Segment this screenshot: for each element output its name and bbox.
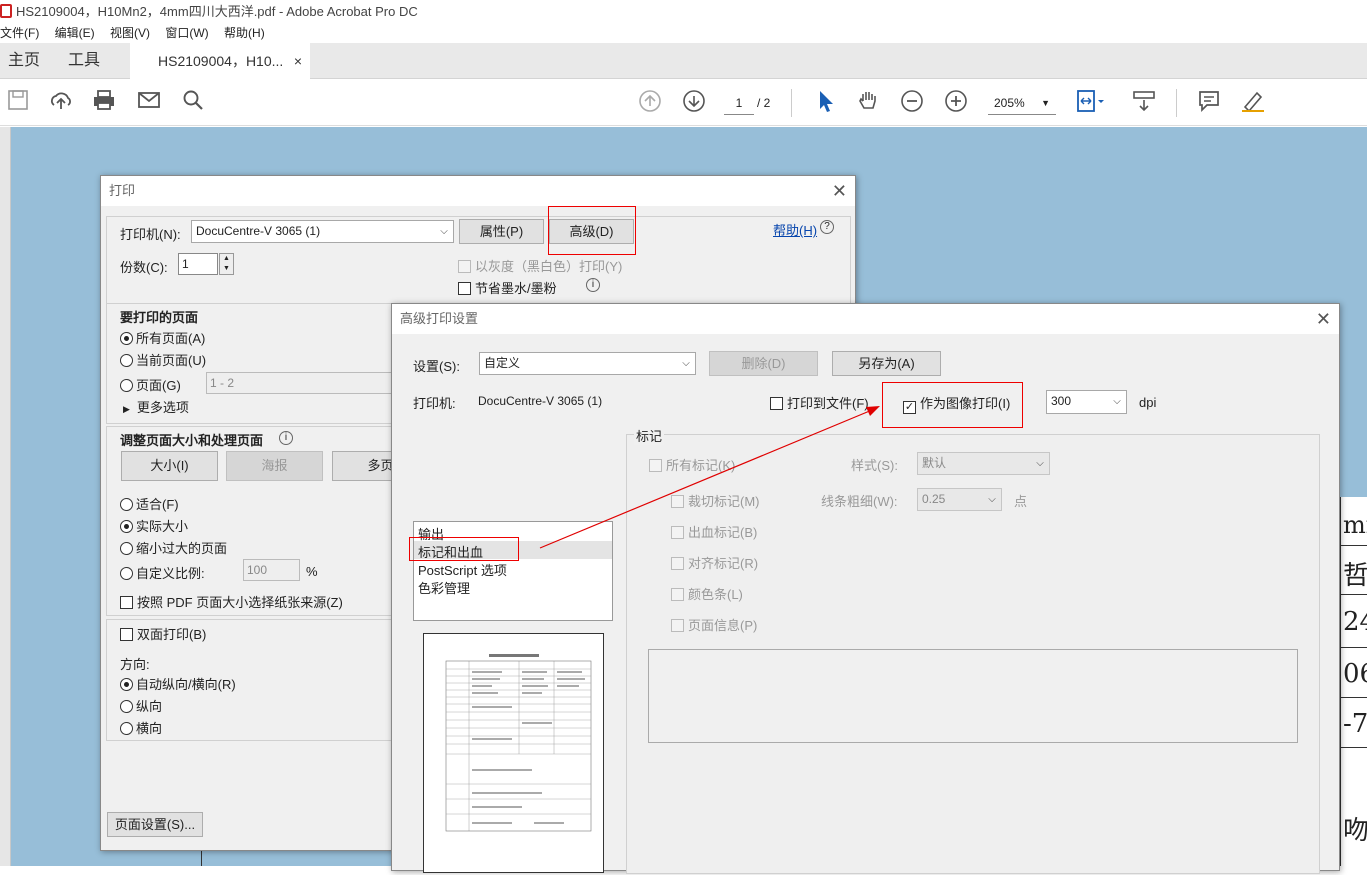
annotation-arrow (539, 406, 880, 549)
